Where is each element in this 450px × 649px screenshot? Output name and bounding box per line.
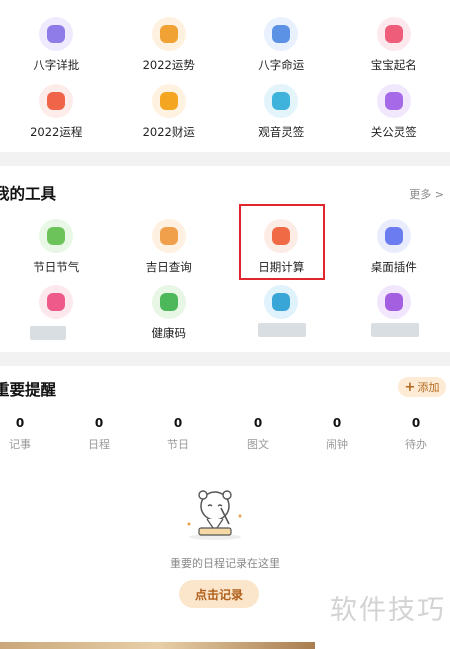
stat-label: 待办 <box>405 438 427 451</box>
tool-festival[interactable]: 节日节气 <box>0 219 113 275</box>
date-calc-highlight-box <box>239 204 325 280</box>
add-reminder-button[interactable]: + 添加 <box>398 377 446 397</box>
stat-count: 0 <box>253 416 263 430</box>
tools-more-link[interactable]: 更多 > <box>409 186 444 202</box>
guangong-lot-icon <box>376 84 411 118</box>
stat-festival[interactable]: 0 节日 <box>158 416 198 452</box>
reminders-card: 重要提醒 + 添加 0 记事 0 日程 0 节日 0 图文 0 闹钟 0 待办 <box>0 366 450 649</box>
fortune-2022-icon <box>151 17 186 51</box>
blurred-label <box>371 323 419 337</box>
blurred-label <box>30 326 66 340</box>
tool-lucky-day[interactable]: 吉日查询 <box>113 219 226 275</box>
feature-wealth[interactable]: 2022财运 <box>113 84 226 140</box>
watermark-text: 软件技巧 <box>330 595 446 626</box>
stat-schedule[interactable]: 0 日程 <box>79 416 119 452</box>
stat-notes[interactable]: 0 记事 <box>0 416 40 452</box>
bottom-banner-strip <box>0 642 315 649</box>
my-tools-card: 我的工具 更多 > 节日节气 吉日查询 日期计算 桌面插件 健康码 <box>0 166 450 352</box>
feature-label: 观音灵签 <box>258 125 305 139</box>
stat-label: 日程 <box>88 438 110 451</box>
reminders-section-title: 重要提醒 <box>0 381 57 399</box>
tool-label: 节日节气 <box>33 260 80 274</box>
tools-section-title: 我的工具 <box>0 185 57 203</box>
stat-label: 记事 <box>9 438 31 451</box>
reminder-stats: 0 记事 0 日程 0 节日 0 图文 0 闹钟 0 待办 <box>0 416 450 456</box>
stat-label: 图文 <box>247 438 269 451</box>
bazi-detail-icon <box>39 17 74 51</box>
feature-label: 八字详批 <box>33 58 80 72</box>
feature-label: 关公灵签 <box>370 125 417 139</box>
tool-label: 健康码 <box>151 326 187 340</box>
avatar-style-icon <box>39 285 74 319</box>
blurred-label <box>258 323 306 337</box>
stat-label: 节日 <box>167 438 189 451</box>
stat-count: 0 <box>94 416 104 430</box>
feature-label: 八字命运 <box>258 58 305 72</box>
stat-count: 0 <box>173 416 183 430</box>
health-code-icon <box>151 285 186 319</box>
feature-guanyin-lot[interactable]: 观音灵签 <box>225 84 338 140</box>
feature-baby-name[interactable]: 宝宝起名 <box>338 17 450 73</box>
feature-bazi-detail[interactable]: 八字详批 <box>0 17 113 73</box>
stat-count: 0 <box>411 416 421 430</box>
empty-state-illustration <box>187 490 242 540</box>
feature-label: 2022财运 <box>142 125 195 139</box>
feature-label: 2022运势 <box>142 58 195 72</box>
empty-state-text: 重要的日程记录在这里 <box>170 557 280 570</box>
bazi-fate-icon <box>264 17 299 51</box>
guanyin-lot-icon <box>264 84 299 118</box>
stat-alarm[interactable]: 0 闹钟 <box>317 416 357 452</box>
stat-count: 0 <box>15 416 25 430</box>
stat-todo[interactable]: 0 待办 <box>396 416 436 452</box>
stat-count: 0 <box>332 416 342 430</box>
feature-label: 宝宝起名 <box>370 58 417 72</box>
stat-label: 闹钟 <box>326 438 348 451</box>
tool-label: 吉日查询 <box>145 260 192 274</box>
fortune-path-icon <box>39 84 74 118</box>
feature-fortune-2022[interactable]: 2022运势 <box>113 17 226 73</box>
add-button-label: 添加 <box>417 381 440 394</box>
feature-fortune-path[interactable]: 2022运程 <box>0 84 113 140</box>
tool-desktop-widget[interactable]: 桌面插件 <box>338 219 450 275</box>
feature-bazi-fate[interactable]: 八字命运 <box>225 17 338 73</box>
blurred-tool-icon <box>264 285 299 319</box>
feature-label: 2022运程 <box>30 125 83 139</box>
desktop-widget-icon <box>376 219 411 253</box>
feature-guangong-lot[interactable]: 关公灵签 <box>338 84 450 140</box>
lucky-day-icon <box>151 219 186 253</box>
feature-row-2: 2022运程 2022财运 观音灵签 关公灵签 <box>0 84 450 140</box>
wealth-icon <box>151 84 186 118</box>
tools-row-1: 节日节气 吉日查询 日期计算 桌面插件 <box>0 219 450 275</box>
stat-picture[interactable]: 0 图文 <box>238 416 278 452</box>
feature-row-1: 八字详批 2022运势 八字命运 宝宝起名 <box>0 17 450 73</box>
feature-card: 八字详批 2022运势 八字命运 宝宝起名 2022运程 2022财运 观音灵签 <box>0 0 450 152</box>
plus-icon: + <box>404 379 416 395</box>
fan-tool-icon <box>376 285 411 319</box>
tool-label: 桌面插件 <box>370 260 417 274</box>
record-button[interactable]: 点击记录 <box>179 580 259 608</box>
baby-name-icon <box>376 17 411 51</box>
festival-calendar-icon <box>39 219 74 253</box>
tool-health-code[interactable]: 健康码 <box>113 285 226 341</box>
